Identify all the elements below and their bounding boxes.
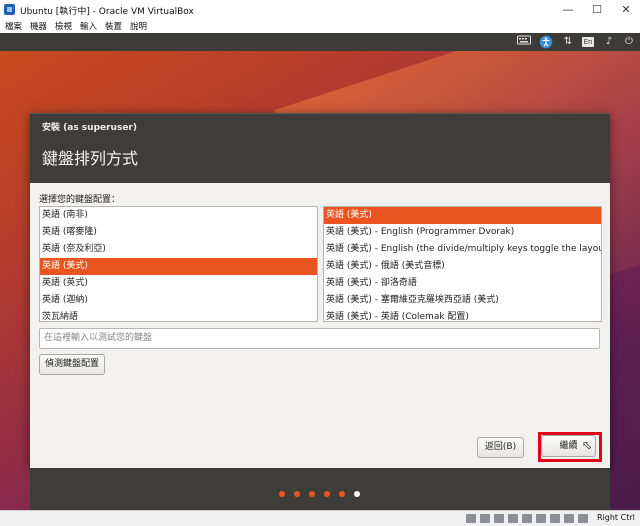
close-button[interactable]: ✕ [612,0,640,19]
menu-view[interactable]: 檢視 [55,20,72,32]
variant-item[interactable]: 英語 (美式) - 卻洛奇語 [324,275,601,292]
layout-item[interactable]: 英語 (南非) [40,207,317,224]
progress-dot [294,491,300,497]
window-title: Ubuntu [執行中] - Oracle VM VirtualBox [20,7,194,17]
host-key-label: Right Ctrl [597,513,635,522]
usb-icon[interactable] [522,514,532,523]
layout-item[interactable]: 英語 (英式) [40,275,317,292]
progress-footer [30,468,610,510]
variant-item[interactable]: 英語 (美式) - 塞爾維亞克羅埃西亞語 (美式) [324,292,601,309]
progress-dots [279,490,369,500]
shared-folders-icon[interactable] [536,514,546,523]
detect-layout-button[interactable]: 偵測鍵盤配置 [39,354,105,375]
vbox-statusbar: Right Ctrl [0,510,640,526]
installer-window-title: 安裝 (as superuser) [42,123,137,133]
installer-window: 安裝 (as superuser) 鍵盤排列方式 選擇您的鍵盤配置： 英語 (南… [30,113,610,468]
progress-dot [324,491,330,497]
installer-header: 安裝 (as superuser) 鍵盤排列方式 [30,113,610,183]
menu-devices[interactable]: 裝置 [105,20,122,32]
layout-item-selected[interactable]: 英語 (美式) [40,258,317,275]
variant-item[interactable]: 英語 (美式) - English (Programmer Dvorak) [324,224,601,241]
network-adapter-icon[interactable] [508,514,518,523]
page-title: 鍵盤排列方式 [42,149,139,168]
virtualbox-icon [4,4,15,15]
ubuntu-desktop: 安裝 (as superuser) 鍵盤排列方式 選擇您的鍵盤配置： 英語 (南… [0,51,640,510]
language-indicator[interactable]: En [580,35,596,49]
progress-dot [309,491,315,497]
layout-item[interactable]: 英語 (迦納) [40,292,317,309]
video-capture-icon[interactable] [564,514,574,523]
keyboard-test-field[interactable] [39,328,600,349]
layout-item[interactable]: 茨瓦納語 [40,309,317,321]
accessibility-icon[interactable] [538,35,554,49]
menu-help[interactable]: 說明 [130,20,147,32]
variant-item-selected[interactable]: 英語 (美式) [324,207,601,224]
variant-item[interactable]: 英語 (美式) - 英語 (Colemak 配置) [324,309,601,321]
progress-dot [339,491,345,497]
progress-dot [279,491,285,497]
harddisk-icon[interactable] [466,514,476,523]
variant-list[interactable]: 英語 (美式) 英語 (美式) - English (Programmer Dv… [323,206,602,322]
layout-list[interactable]: 英語 (南非) 英語 (喀麥隆) 英語 (奈及利亞) 英語 (美式) 英語 (英… [39,206,318,322]
back-button[interactable]: 返回(B) [477,437,524,458]
ubuntu-top-panel: ⇅ En ♪ ⏻ [0,33,640,51]
keyboard-test-input[interactable] [40,329,584,346]
maximize-button[interactable]: ☐ [583,0,611,19]
variant-item[interactable]: 英語 (美式) - 俄語 (美式音標) [324,258,601,275]
layout-item[interactable]: 英語 (喀麥隆) [40,224,317,241]
minimize-button[interactable]: — [554,0,582,19]
power-icon[interactable]: ⏻ [622,35,636,49]
audio-icon[interactable] [494,514,504,523]
layout-prompt: 選擇您的鍵盤配置： [39,195,121,205]
keyboard-icon[interactable] [516,35,532,49]
menu-input[interactable]: 輸入 [80,20,97,32]
optical-drive-icon[interactable] [480,514,490,523]
volume-icon[interactable]: ♪ [602,35,616,49]
mouse-pointer-icon: ⬁ [582,438,593,452]
language-badge: En [581,37,595,47]
vbox-titlebar: Ubuntu [執行中] - Oracle VM VirtualBox — ☐ … [0,0,640,20]
mouse-integration-icon[interactable] [578,514,588,523]
vbox-menubar: 檔案 機器 檢視 輸入 裝置 說明 [0,19,640,33]
variant-item[interactable]: 英語 (美式) - English (the divide/multiply k… [324,241,601,258]
network-icon[interactable]: ⇅ [561,35,575,49]
layout-item[interactable]: 英語 (奈及利亞) [40,241,317,258]
display-icon[interactable] [550,514,560,523]
progress-dot-current [354,491,360,497]
menu-machine[interactable]: 機器 [30,20,47,32]
menu-file[interactable]: 檔案 [5,20,22,32]
